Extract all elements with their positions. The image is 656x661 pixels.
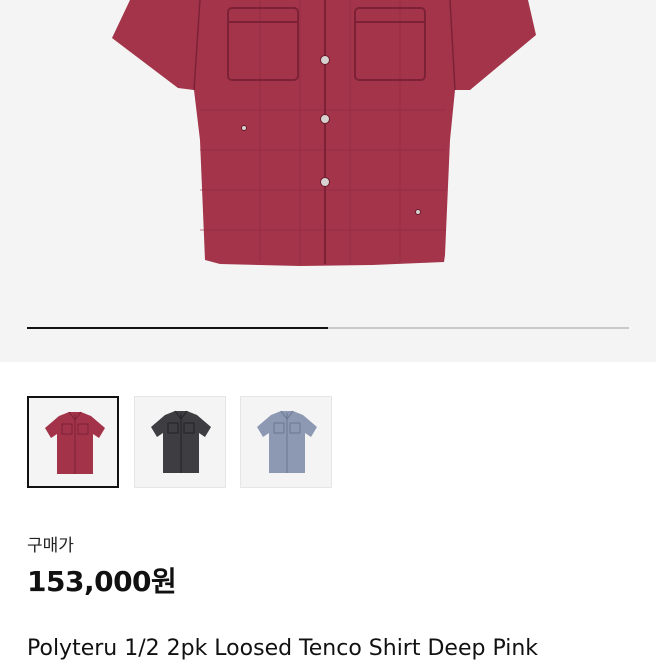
product-title: Polyteru 1/2 2pk Loosed Tenco Shirt Deep… <box>27 636 539 661</box>
shirt-image <box>112 0 536 266</box>
thumbnail-black[interactable] <box>134 396 226 488</box>
gallery-progress-bar <box>27 327 629 329</box>
thumbnail-blue-gray[interactable] <box>240 396 332 488</box>
price-value: 153,000원 <box>27 565 177 598</box>
thumbnail-strip <box>27 396 347 490</box>
price-label: 구매가 <box>27 536 74 556</box>
thumbnail-shirt-image <box>151 410 211 473</box>
thumbnail-shirt-image <box>45 411 105 474</box>
product-image-gallery[interactable] <box>0 0 656 362</box>
gallery-progress-fill <box>27 327 328 329</box>
thumbnail-shirt-image <box>257 410 317 473</box>
thumbnail-deep-pink[interactable] <box>27 396 119 488</box>
